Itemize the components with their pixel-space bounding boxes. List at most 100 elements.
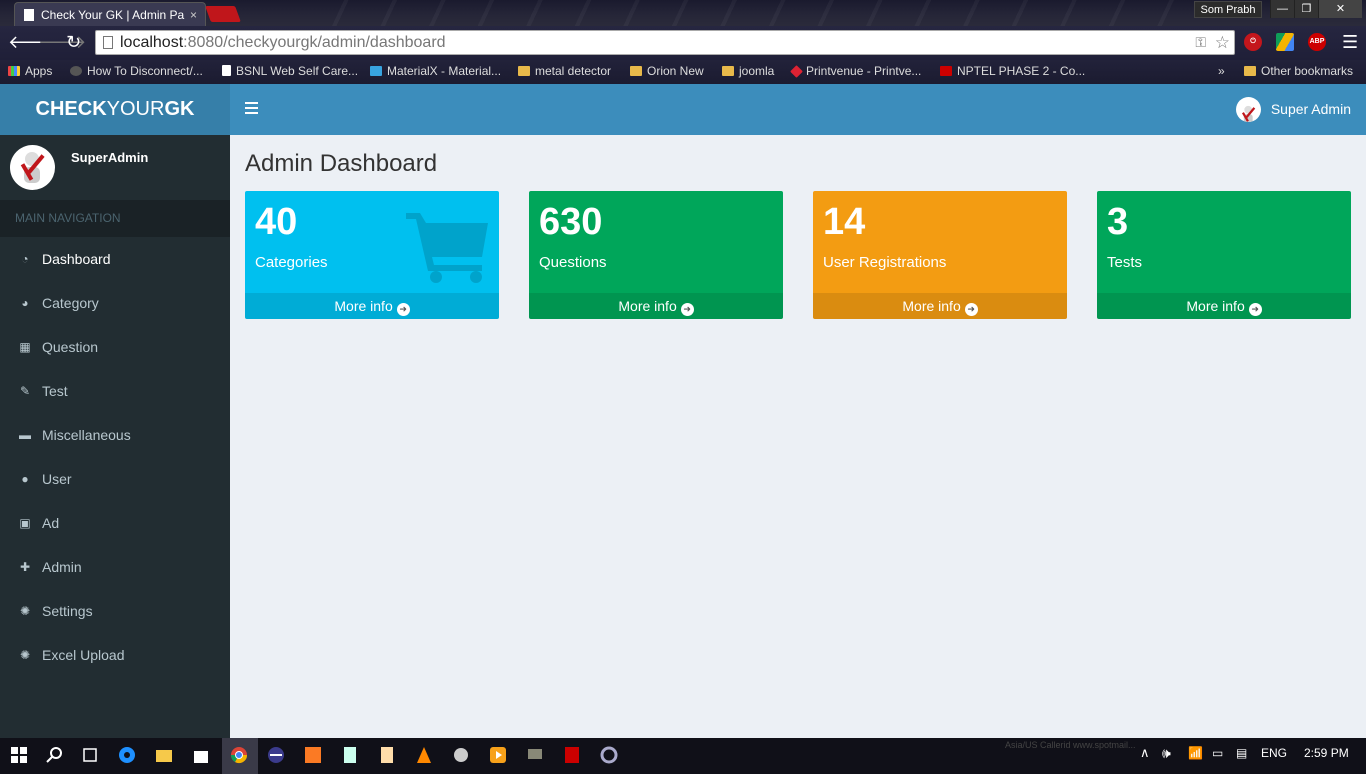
new-tab-button[interactable]	[205, 6, 241, 22]
stat-label: Categories	[255, 254, 328, 271]
sidebar-item-label: User	[42, 471, 72, 487]
pdf-icon[interactable]	[563, 746, 581, 764]
task-view-icon[interactable]	[81, 746, 99, 764]
reload-icon[interactable]: ↻	[66, 32, 81, 52]
google-drive-icon[interactable]	[1276, 33, 1294, 51]
more-info-link[interactable]: More info ➜	[529, 293, 783, 319]
url-host: localhost	[120, 34, 184, 51]
windows-start-icon[interactable]	[10, 746, 28, 764]
sidebar-item-miscellaneous[interactable]: ▬ Miscellaneous	[0, 413, 230, 457]
windows-taskbar: Asia/US Callerid www.spotmail... ∧ 🕪 📶 ▭…	[0, 738, 1366, 774]
file-explorer-icon[interactable]	[155, 746, 173, 764]
language-indicator[interactable]: ENG	[1261, 738, 1287, 774]
browser-menu-icon[interactable]: ☰	[1342, 32, 1358, 53]
stat-box-questions: 630 Questions More info ➜	[529, 191, 783, 319]
settings-app-icon[interactable]	[600, 746, 618, 764]
search-icon[interactable]	[46, 746, 64, 764]
paint-icon[interactable]	[452, 746, 470, 764]
clock[interactable]: 2:59 PM	[1304, 738, 1349, 774]
tab-title: Check Your GK | Admin Pa	[41, 8, 185, 22]
dashboard-icon: ◔	[21, 252, 29, 266]
close-tab-icon[interactable]: ×	[190, 3, 197, 26]
chrome-icon[interactable]	[230, 746, 248, 764]
notifications-icon[interactable]: ▤	[1236, 738, 1247, 774]
more-info-link[interactable]: More info ➜	[813, 293, 1067, 319]
bookmarks-overflow[interactable]: »	[1218, 60, 1225, 84]
monitor-icon[interactable]	[526, 746, 544, 764]
more-info-label: More info	[902, 298, 961, 314]
more-info-link[interactable]: More info ➜	[1097, 293, 1351, 319]
more-info-link[interactable]: More info ➜	[245, 293, 499, 319]
bookmark-item[interactable]: NPTEL PHASE 2 - Co...	[940, 60, 1085, 84]
site-icon	[70, 66, 82, 76]
bookmark-apps[interactable]: Apps	[8, 60, 52, 84]
page-info-icon[interactable]	[103, 36, 113, 49]
sidebar-item-user[interactable]: ● User	[0, 457, 230, 501]
stat-box-user-registrations: 14 User Registrations More info ➜	[813, 191, 1067, 319]
close-window-button[interactable]: ✕	[1318, 0, 1362, 18]
bookmark-item[interactable]: MaterialX - Material...	[370, 60, 501, 84]
top-navbar: Super Admin	[230, 84, 1366, 135]
sidebar-item-settings[interactable]: ✺ Settings	[0, 589, 230, 633]
store-icon[interactable]	[192, 746, 210, 764]
more-info-label: More info	[1186, 298, 1245, 314]
sidebar-item-category[interactable]: ◕ Category	[0, 281, 230, 325]
sidebar-item-label: Test	[42, 383, 68, 399]
bookmark-item[interactable]: How To Disconnect/...	[70, 60, 203, 84]
editor-icon[interactable]	[378, 746, 396, 764]
bookmark-folder[interactable]: joomla	[722, 60, 774, 84]
bookmark-item[interactable]: Printvenue - Printve...	[790, 60, 921, 84]
stat-value: 14	[823, 201, 866, 243]
vlc-icon[interactable]	[415, 746, 433, 764]
key-icon[interactable]: ⚿	[1195, 31, 1206, 54]
adblock-plus-icon[interactable]: ABP	[1308, 33, 1326, 51]
stop-extension-icon[interactable]: ⏻	[1244, 33, 1262, 51]
archive-icon: ▬	[19, 428, 31, 442]
user-menu[interactable]: Super Admin	[1235, 84, 1351, 135]
more-info-label: More info	[334, 298, 393, 314]
sidebar-item-label: Excel Upload	[42, 647, 125, 663]
other-bookmarks[interactable]: Other bookmarks	[1244, 60, 1353, 84]
minimize-button[interactable]: —	[1270, 0, 1294, 18]
notes-icon[interactable]	[341, 746, 359, 764]
address-bar[interactable]: localhost:8080/checkyourgk/admin/dashboa…	[95, 30, 1235, 55]
media-player-icon[interactable]	[489, 746, 507, 764]
money-icon: ▣	[19, 516, 31, 530]
battery-icon[interactable]: ▭	[1212, 738, 1223, 774]
app-logo[interactable]: CHECKYOURGK	[0, 84, 230, 135]
stat-value: 40	[255, 201, 298, 243]
avatar	[10, 145, 55, 190]
network-icon[interactable]: 📶	[1188, 738, 1203, 774]
sidebar-item-question[interactable]: ▦ Question	[0, 325, 230, 369]
browser-tab[interactable]: Check Your GK | Admin Pa ×	[14, 2, 206, 26]
sidebar-item-admin[interactable]: ✚ Admin	[0, 545, 230, 589]
bookmark-folder[interactable]: metal detector	[518, 60, 611, 84]
page-icon	[24, 9, 34, 21]
stat-label: Tests	[1107, 254, 1143, 271]
apps-icon	[8, 66, 20, 76]
more-info-label: More info	[618, 298, 677, 314]
stat-label: User Registrations	[823, 254, 947, 271]
sidebar-item-test[interactable]: ✎ Test	[0, 369, 230, 413]
url-path: :8080/checkyourgk/admin/dashboard	[183, 34, 446, 51]
gear-icon: ✺	[19, 648, 31, 662]
sidebar-item-ad[interactable]: ▣ Ad	[0, 501, 230, 545]
restore-button[interactable]: ❐	[1294, 0, 1318, 18]
xampp-icon[interactable]	[304, 746, 322, 764]
tray-chevron-icon[interactable]: ∧	[1140, 738, 1150, 774]
volume-icon[interactable]: 🕪	[1162, 738, 1171, 774]
user-icon: ●	[21, 472, 29, 486]
bookmark-star-icon[interactable]: ☆	[1215, 31, 1230, 54]
materialx-icon	[370, 66, 382, 76]
sidebar-item-dashboard[interactable]: ◔ Dashboard	[0, 237, 230, 281]
edge-icon[interactable]	[118, 746, 136, 764]
profile-button[interactable]: Som Prabh	[1194, 1, 1262, 18]
app-icon[interactable]	[267, 746, 285, 764]
stat-value: 630	[539, 201, 603, 243]
bookmark-item[interactable]: BSNL Web Self Care...	[222, 60, 358, 84]
bookmark-folder[interactable]: Orion New	[630, 60, 704, 84]
sidebar-item-excel-upload[interactable]: ✺ Excel Upload	[0, 633, 230, 677]
sidebar-toggle-icon[interactable]	[245, 102, 258, 114]
nptel-icon	[940, 66, 952, 76]
user-panel: SuperAdmin	[0, 135, 230, 200]
